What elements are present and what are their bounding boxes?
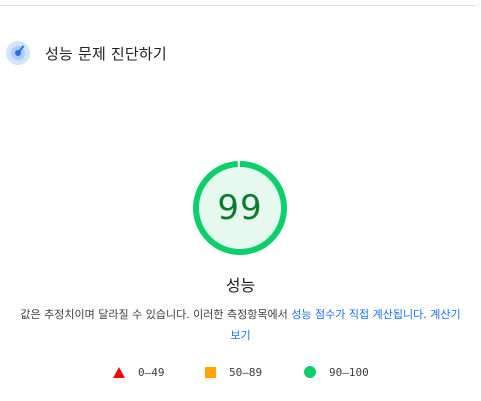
performance-gauge-icon	[6, 41, 30, 65]
red-triangle-icon	[113, 366, 125, 378]
orange-square-icon	[205, 366, 216, 378]
legend-label-fail: 0–49	[138, 365, 165, 379]
legend-item-pass: 90–100	[304, 362, 369, 382]
performance-score-gauge[interactable]: 99	[191, 159, 289, 257]
performance-score: 99	[217, 188, 263, 228]
top-divider	[0, 5, 475, 6]
score-calculation-link[interactable]: 성능 점수가 직접 계산됩니다	[291, 308, 423, 321]
score-description: 값은 추정치이며 달라질 수 있습니다. 이러한 측정항목에서 성능 점수가 직…	[20, 304, 461, 346]
legend-item-average: 50–89	[205, 362, 262, 382]
description-text: 값은 추정치이며 달라질 수 있습니다. 이러한 측정항목에서	[20, 308, 292, 321]
green-circle-icon	[304, 366, 316, 378]
legend-item-fail: 0–49	[113, 362, 165, 382]
legend-label-pass: 90–100	[329, 365, 369, 379]
section-header: 성능 문제 진단하기	[6, 40, 167, 66]
score-legend: 0–49 50–89 90–100	[0, 362, 481, 382]
section-title: 성능 문제 진단하기	[45, 44, 167, 63]
metric-label: 성능	[225, 276, 256, 295]
legend-label-average: 50–89	[229, 365, 263, 379]
